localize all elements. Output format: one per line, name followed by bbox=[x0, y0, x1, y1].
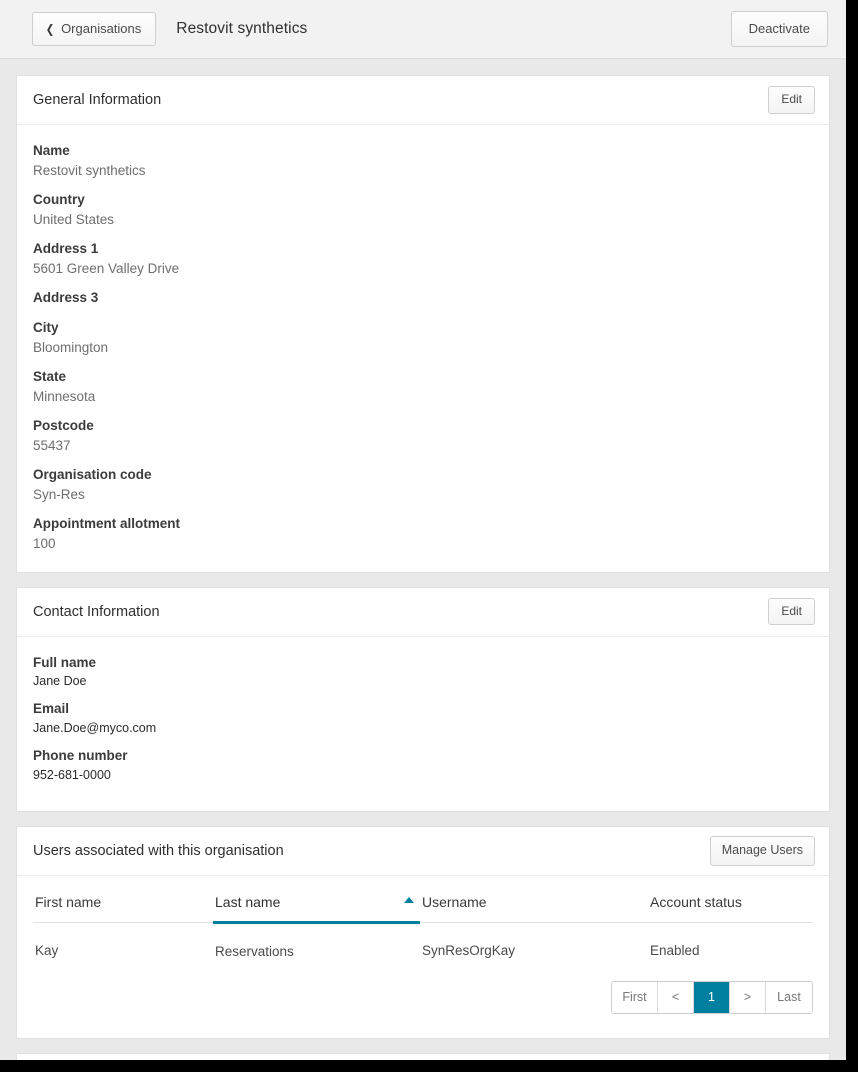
users-panel-title: Users associated with this organisation bbox=[33, 843, 284, 859]
field-value: United States bbox=[33, 210, 813, 230]
users-table-head: First name Last name Username Account statu… bbox=[33, 880, 813, 923]
users-table: First name Last name Username Account statu… bbox=[33, 880, 813, 977]
cell-account-status: Enabled bbox=[648, 922, 813, 977]
contact-information-card: Contact Information Edit Full nameJane D… bbox=[16, 587, 830, 812]
pagination-next-button[interactable]: > bbox=[730, 982, 766, 1013]
field-row: Address 3 bbox=[33, 288, 813, 308]
users-table-wrapper: First name Last name Username Account statu… bbox=[17, 876, 829, 1038]
field-label: Full name bbox=[33, 653, 813, 673]
field-label: Organisation code bbox=[33, 465, 813, 485]
users-table-body: KayReservationsSynResOrgKayEnabled bbox=[33, 922, 813, 977]
footer-actions: Done bbox=[17, 1054, 829, 1060]
field-label: Country bbox=[33, 190, 813, 210]
field-label: State bbox=[33, 367, 813, 387]
field-row: StateMinnesota bbox=[33, 367, 813, 406]
field-row: Organisation codeSyn-Res bbox=[33, 465, 813, 504]
pagination-group: First < 1 > Last bbox=[611, 981, 813, 1014]
field-value: 5601 Green Valley Drive bbox=[33, 259, 813, 279]
cell-first-name: Kay bbox=[33, 922, 213, 977]
field-label: Address 1 bbox=[33, 239, 813, 259]
field-row: Phone number952-681-0000 bbox=[33, 746, 813, 784]
column-header-username[interactable]: Username bbox=[420, 880, 648, 923]
manage-users-button[interactable]: Manage Users bbox=[710, 836, 815, 866]
field-row: NameRestovit synthetics bbox=[33, 141, 813, 180]
chevron-left-icon: ❮ bbox=[46, 23, 55, 35]
field-label: Address 3 bbox=[33, 288, 813, 308]
field-row: CityBloomington bbox=[33, 318, 813, 357]
general-information-fields: NameRestovit synthetics CountryUnited Sta… bbox=[17, 125, 829, 572]
general-information-header: General Information Edit bbox=[17, 76, 829, 125]
field-value: 100 bbox=[33, 534, 813, 554]
column-header-first-name[interactable]: First name bbox=[33, 880, 213, 923]
application-window: ❮ Organisations Restovit synthetics Deac… bbox=[0, 0, 846, 1060]
edit-contact-information-button[interactable]: Edit bbox=[768, 598, 815, 625]
cell-last-name: Reservations bbox=[213, 922, 420, 977]
field-value: Syn-Res bbox=[33, 485, 813, 505]
field-label: Email bbox=[33, 699, 813, 719]
users-panel-header: Users associated with this organisation … bbox=[17, 827, 829, 876]
field-label: Name bbox=[33, 141, 813, 161]
column-header-label: Account status bbox=[650, 894, 742, 910]
field-row: Appointment allotment100 bbox=[33, 514, 813, 553]
field-label: Postcode bbox=[33, 416, 813, 436]
field-row: Postcode55437 bbox=[33, 416, 813, 455]
back-button-label: Organisations bbox=[61, 22, 141, 36]
pagination-last-button[interactable]: Last bbox=[766, 982, 812, 1013]
pagination-prev-button[interactable]: < bbox=[658, 982, 694, 1013]
field-value: 952-681-0000 bbox=[33, 766, 813, 784]
field-label: City bbox=[33, 318, 813, 338]
pagination-first-button[interactable]: First bbox=[612, 982, 658, 1013]
field-row: Address 15601 Green Valley Drive bbox=[33, 239, 813, 278]
page-content: General Information Edit NameRestovit sy… bbox=[0, 59, 846, 1060]
footer-card: Done bbox=[16, 1053, 830, 1060]
back-to-organisations-button[interactable]: ❮ Organisations bbox=[32, 12, 156, 46]
column-header-label: First name bbox=[35, 894, 101, 910]
field-label: Appointment allotment bbox=[33, 514, 813, 534]
column-header-account-status[interactable]: Account status bbox=[648, 880, 813, 923]
field-label: Phone number bbox=[33, 746, 813, 766]
field-row: Full nameJane Doe bbox=[33, 653, 813, 691]
column-header-label: Username bbox=[422, 894, 487, 910]
pagination: First < 1 > Last bbox=[33, 977, 813, 1028]
table-row[interactable]: KayReservationsSynResOrgKayEnabled bbox=[33, 922, 813, 977]
field-value: 55437 bbox=[33, 436, 813, 456]
caret-up-icon bbox=[404, 897, 414, 903]
field-value: Jane.Doe@myco.com bbox=[33, 719, 813, 737]
field-row: CountryUnited States bbox=[33, 190, 813, 229]
edit-general-information-button[interactable]: Edit bbox=[768, 86, 815, 113]
cell-username: SynResOrgKay bbox=[420, 922, 648, 977]
contact-information-header: Contact Information Edit bbox=[17, 588, 829, 637]
users-table-header-row: First name Last name Username Account statu… bbox=[33, 880, 813, 923]
contact-information-fields: Full nameJane Doe EmailJane.Doe@myco.com P… bbox=[17, 637, 829, 811]
deactivate-button[interactable]: Deactivate bbox=[731, 11, 828, 47]
pagination-page-1-button[interactable]: 1 bbox=[694, 982, 730, 1013]
page-title: Restovit synthetics bbox=[176, 20, 307, 38]
column-header-label: Last name bbox=[215, 894, 280, 910]
column-header-last-name[interactable]: Last name bbox=[213, 880, 420, 923]
general-information-title: General Information bbox=[33, 92, 161, 108]
page-toolbar: ❮ Organisations Restovit synthetics Deac… bbox=[0, 0, 846, 59]
general-information-card: General Information Edit NameRestovit sy… bbox=[16, 75, 830, 573]
field-value: Restovit synthetics bbox=[33, 161, 813, 181]
field-row: EmailJane.Doe@myco.com bbox=[33, 699, 813, 737]
field-value: Minnesota bbox=[33, 387, 813, 407]
users-card: Users associated with this organisation … bbox=[16, 826, 830, 1039]
field-value: Jane Doe bbox=[33, 672, 813, 690]
field-value: Bloomington bbox=[33, 338, 813, 358]
contact-information-title: Contact Information bbox=[33, 604, 160, 620]
